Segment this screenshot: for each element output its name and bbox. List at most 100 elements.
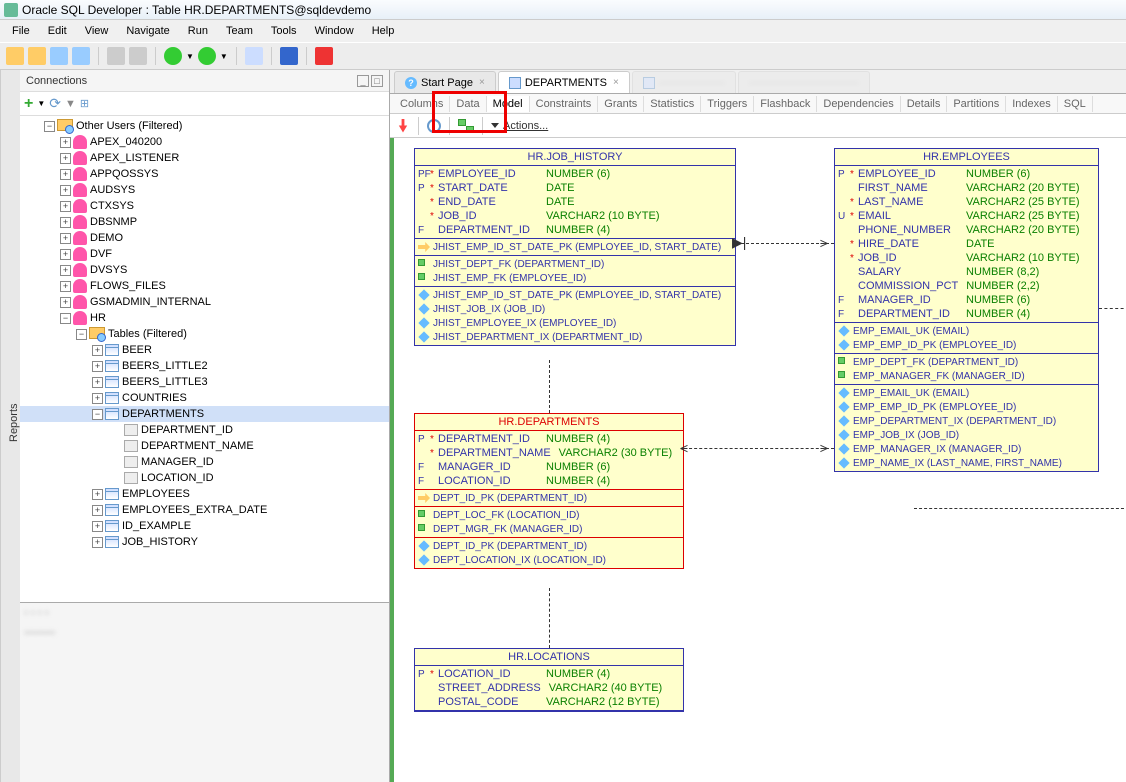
save-all-icon[interactable] [72,47,90,65]
tree-table[interactable]: BEER [122,344,152,356]
subtab-grants[interactable]: Grants [598,96,644,112]
open-icon[interactable] [28,47,46,65]
filter-icon[interactable]: ▼ [65,98,76,110]
tree-user-hr[interactable]: HR [90,312,106,324]
tree-table[interactable]: BEERS_LITTLE3 [122,376,208,388]
expand-icon[interactable] [60,217,71,228]
expand-icon[interactable] [92,505,103,516]
new-connection-icon[interactable]: + [24,95,33,113]
tree-user[interactable]: DVF [90,248,112,260]
expand-icon[interactable] [60,185,71,196]
entity-employees[interactable]: HR.EMPLOYEESP*EMPLOYEE_IDNUMBER (6)FIRST… [834,148,1099,472]
sql-icon[interactable] [245,47,263,65]
expand-icon[interactable] [76,329,87,340]
find-icon[interactable] [280,47,298,65]
subtab-statistics[interactable]: Statistics [644,96,701,112]
tree-column[interactable]: DEPARTMENT_ID [141,424,233,436]
subtab-indexes[interactable]: Indexes [1006,96,1058,112]
menu-edit[interactable]: Edit [40,23,75,39]
expand-icon[interactable] [60,265,71,276]
subtab-details[interactable]: Details [901,96,948,112]
tree-user[interactable]: CTXSYS [90,200,134,212]
new-icon[interactable] [6,47,24,65]
model-canvas[interactable]: HR.JOB_HISTORYPF*EMPLOYEE_IDNUMBER (6)P*… [390,138,1126,782]
tree-table[interactable]: EMPLOYEES [122,488,190,500]
expand-icon[interactable] [60,153,71,164]
subtab-dependencies[interactable]: Dependencies [817,96,900,112]
connections-tree[interactable]: Other Users (Filtered) APEX_040200 APEX_L… [20,116,389,602]
expand-icon[interactable] [92,345,103,356]
tree-table-departments[interactable]: DEPARTMENTS [122,408,204,420]
undo-icon[interactable] [107,47,125,65]
tree-table[interactable]: ID_EXAMPLE [122,520,191,532]
expand-icon[interactable] [92,521,103,532]
expand-icon[interactable] [60,233,71,244]
tree-user[interactable]: APEX_040200 [90,136,162,148]
expand-icon[interactable] [92,377,103,388]
tree-user[interactable]: FLOWS_FILES [90,280,166,292]
expand-icon[interactable] [60,201,71,212]
tree-table[interactable]: JOB_HISTORY [122,536,198,548]
tree-column[interactable]: DEPARTMENT_NAME [141,440,254,452]
menu-window[interactable]: Window [307,23,362,39]
expand-icon[interactable] [44,121,55,132]
menu-navigate[interactable]: Navigate [118,23,177,39]
expand-icon[interactable] [60,297,71,308]
subtab-sql[interactable]: SQL [1058,96,1093,112]
actions-link[interactable]: Actions... [503,120,548,132]
tree-tables[interactable]: Tables (Filtered) [108,328,187,340]
tree-user[interactable]: DVSYS [90,264,127,276]
expand-icon[interactable] [92,361,103,372]
menu-view[interactable]: View [77,23,117,39]
menu-file[interactable]: File [4,23,38,39]
tree-column[interactable]: LOCATION_ID [141,472,214,484]
tree-user[interactable]: DBSNMP [90,216,137,228]
tab-departments[interactable]: DEPARTMENTS× [498,71,630,93]
tree-table[interactable]: COUNTRIES [122,392,187,404]
tree-other-users[interactable]: Other Users (Filtered) [76,120,182,132]
expand-icon[interactable] [60,281,71,292]
back-icon[interactable] [164,47,182,65]
tree-user[interactable]: DEMO [90,232,123,244]
stop-icon[interactable] [315,47,333,65]
tree-user[interactable]: GSMADMIN_INTERNAL [90,296,211,308]
tree-table[interactable]: EMPLOYEES_EXTRA_DATE [122,504,267,516]
subtab-flashback[interactable]: Flashback [754,96,817,112]
expand-icon[interactable] [60,313,71,324]
entity-job-history[interactable]: HR.JOB_HISTORYPF*EMPLOYEE_IDNUMBER (6)P*… [414,148,736,346]
refresh-icon[interactable]: ⟳ [49,95,61,112]
entity-locations[interactable]: HR.LOCATIONSP*LOCATION_IDNUMBER (4)STREE… [414,648,684,712]
menu-help[interactable]: Help [364,23,403,39]
save-icon[interactable] [50,47,68,65]
tree-table[interactable]: BEERS_LITTLE2 [122,360,208,372]
close-icon[interactable]: × [479,77,485,88]
tab-faded[interactable]: —————— [632,71,736,93]
expand-icon[interactable] [60,249,71,260]
tree-column[interactable]: MANAGER_ID [141,456,214,468]
tab-start-page[interactable]: ?Start Page× [394,71,496,93]
expand-icon[interactable] [92,537,103,548]
menu-team[interactable]: Team [218,23,261,39]
tree-user[interactable]: APPQOSSYS [90,168,158,180]
entity-departments[interactable]: HR.DEPARTMENTSP*DEPARTMENT_IDNUMBER (4)*… [414,413,684,569]
minimize-icon[interactable]: _ [357,75,369,87]
tab-faded[interactable]: —————————— [738,71,870,93]
subtab-partitions[interactable]: Partitions [947,96,1006,112]
reports-side-tab[interactable]: Reports [0,70,20,782]
restore-icon[interactable]: □ [371,75,383,87]
tree-user[interactable]: AUDSYS [90,184,135,196]
expand-icon[interactable] [60,137,71,148]
forward-icon[interactable] [198,47,216,65]
menu-tools[interactable]: Tools [263,23,305,39]
menu-run[interactable]: Run [180,23,216,39]
tns-icon[interactable]: ⊞ [80,97,89,110]
tree-user[interactable]: APEX_LISTENER [90,152,179,164]
expand-icon[interactable] [92,393,103,404]
pin-icon[interactable] [396,119,410,133]
expand-icon[interactable] [60,169,71,180]
close-icon[interactable]: × [613,77,619,88]
expand-icon[interactable] [92,489,103,500]
redo-icon[interactable] [129,47,147,65]
subtab-triggers[interactable]: Triggers [701,96,754,112]
subtab-constraints[interactable]: Constraints [530,96,599,112]
